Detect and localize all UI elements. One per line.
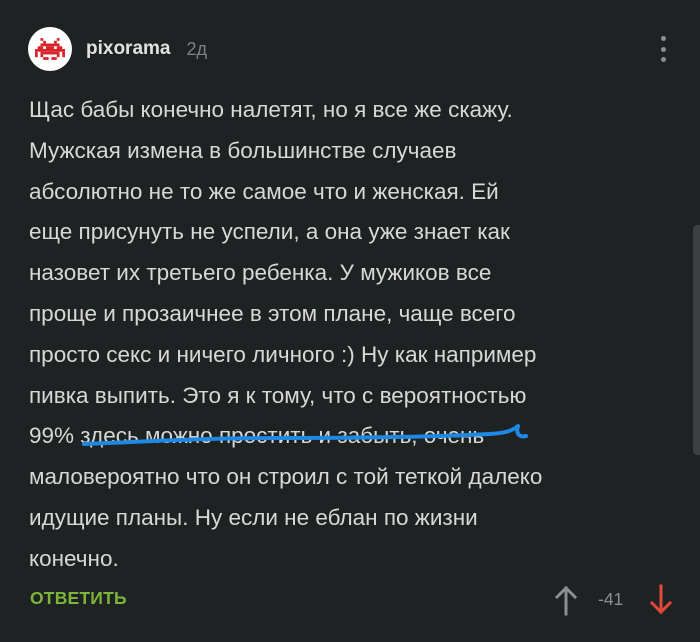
more-vertical-icon[interactable]	[652, 34, 674, 64]
author-name[interactable]: pixorama	[86, 38, 170, 60]
comment-line: назовет их третьего ребенка. У мужиков в…	[29, 260, 492, 286]
arrow-down-icon[interactable]	[648, 584, 674, 616]
menu-dot	[660, 46, 666, 52]
comment-card: pixorama 2д Щас бабы конечно налетят, но…	[0, 0, 700, 642]
avatar[interactable]	[28, 27, 72, 71]
comment-text: Щас бабы конечно налетят, но я все же ск…	[29, 90, 677, 580]
comment-line: просто секс и ничего личного :) Ну как н…	[29, 341, 537, 367]
comment-line: абсолютно не то же самое что и женская. …	[29, 178, 499, 204]
comment-line: Щас бабы конечно налетят, но я все же ск…	[29, 97, 513, 122]
comment-timestamp: 2д	[186, 38, 207, 59]
comment-line: идущие планы. Ну если не еблан по жизни	[29, 504, 478, 530]
reply-button[interactable]: ОТВЕТИТЬ	[30, 588, 127, 609]
menu-dot	[660, 57, 666, 62]
comment-header: pixorama 2д	[28, 26, 207, 72]
comment-line: еще присунуть не успели, а она уже знает…	[29, 219, 510, 245]
comment-line: проще и прозаичнее в этом плане, чаще вс…	[29, 300, 516, 326]
menu-dot	[660, 36, 666, 41]
space-invader-icon	[35, 38, 65, 60]
comment-line: маловероятно что он строил с той теткой …	[29, 464, 543, 490]
comment-line: конечно.	[29, 545, 119, 571]
comment-line: пивка выпить. Это я к тому, что с вероят…	[29, 382, 527, 408]
rating-value: -41	[598, 589, 624, 609]
comment-line: Мужская измена в большинстве случаев	[29, 137, 457, 163]
arrow-up-icon[interactable]	[553, 584, 579, 616]
comment-line: 99% здесь можно простить и забыть, очень	[29, 423, 485, 449]
scrollbar-thumb[interactable]	[693, 225, 700, 455]
